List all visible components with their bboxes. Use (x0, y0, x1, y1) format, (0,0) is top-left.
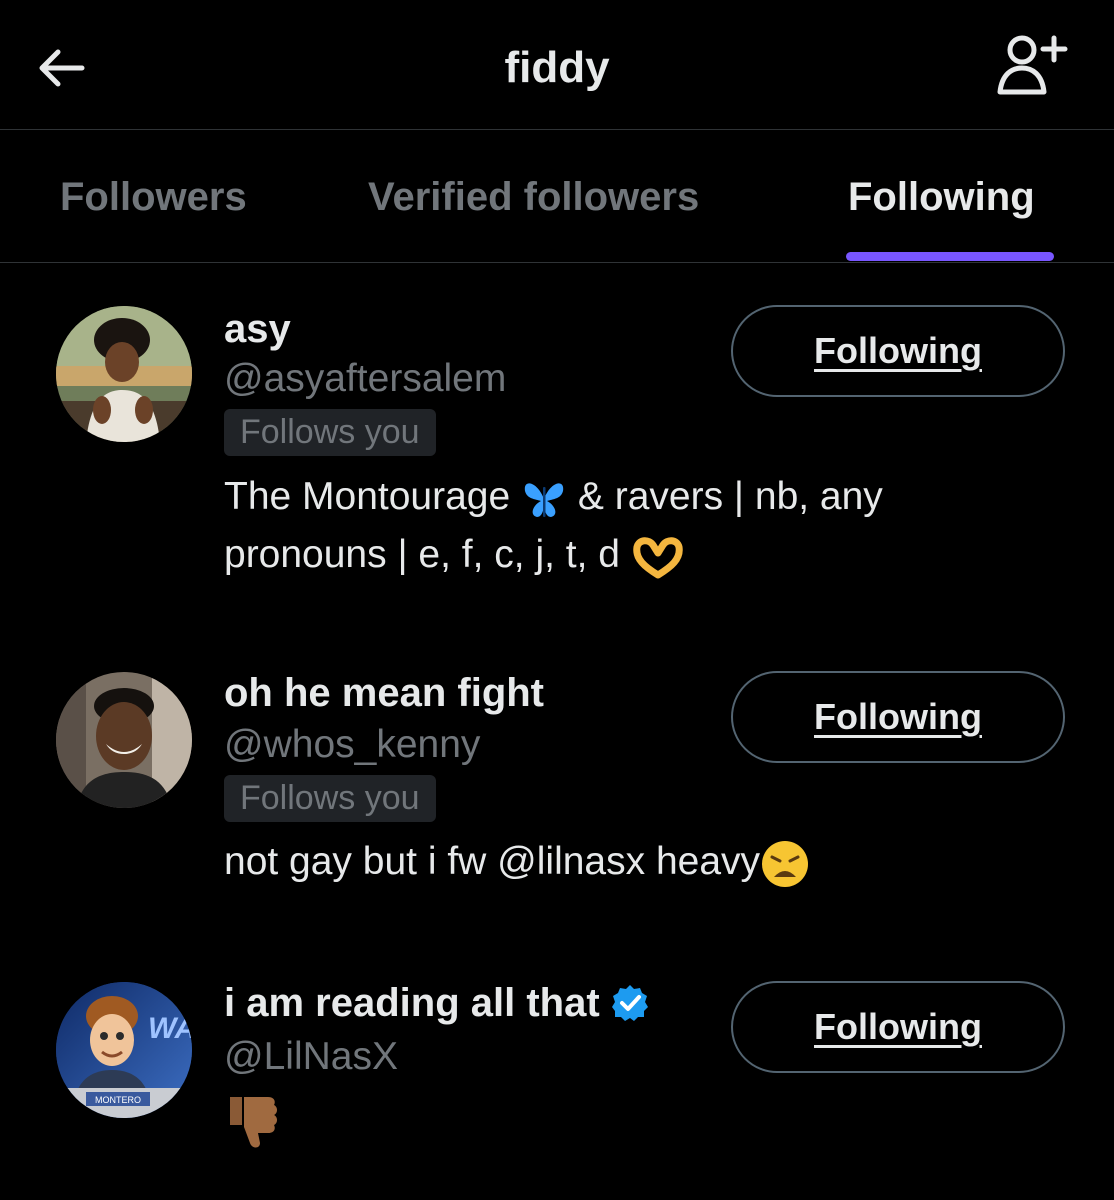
avatar[interactable]: WA MONTERO (56, 982, 192, 1118)
add-user-button[interactable] (990, 30, 1074, 100)
butterfly-emoji-icon (524, 483, 564, 517)
user-bio (224, 1089, 1024, 1149)
page-title: fiddy (504, 43, 610, 92)
follows-you-badge: Follows you (224, 775, 436, 822)
active-tab-indicator (846, 252, 1054, 261)
display-name: oh he mean fight (224, 671, 544, 715)
tab-followers[interactable]: Followers (60, 173, 247, 221)
user-handle: @LilNasX (224, 1035, 398, 1078)
bio-text: not gay but i fw @lilnasx heavy (224, 840, 761, 883)
avatar-caption: MONTERO (95, 1095, 141, 1105)
thumbs-down-emoji-icon (230, 1096, 277, 1148)
avatar-graphic-text: WA (148, 1012, 192, 1045)
user-list-item[interactable]: oh he mean fight @whos_kenny Follows you… (0, 643, 1114, 953)
tab-following[interactable]: Following (848, 173, 1035, 221)
avatar[interactable] (56, 672, 192, 808)
user-bio: The Montourage & ravers | nb, any pronou… (224, 468, 1024, 584)
display-name-text: i am reading all that (224, 981, 600, 1025)
bio-text: The Montourage (224, 475, 511, 518)
tab-bar: Followers Verified followers Following (0, 131, 1114, 263)
user-list-item[interactable]: WA MONTERO i am reading all that @LilNas… (0, 953, 1114, 1200)
user-handle: @whos_kenny (224, 723, 481, 766)
follows-you-badge: Follows you (224, 409, 436, 456)
bio-text: pronouns | e, f, c, j, t, d (224, 533, 620, 576)
following-button[interactable]: Following (731, 305, 1065, 397)
heart-hands-emoji-icon (633, 536, 683, 579)
user-handle: @asyaftersalem (224, 357, 507, 400)
display-name: i am reading all that (224, 979, 650, 1027)
following-button[interactable]: Following (731, 981, 1065, 1073)
user-list-item[interactable]: asy @asyaftersalem Follows you The Monto… (0, 263, 1114, 643)
weary-face-emoji-icon (762, 840, 809, 887)
user-bio: not gay but i fw @lilnasx heavy (224, 833, 1024, 891)
following-button[interactable]: Following (731, 671, 1065, 763)
top-bar: fiddy (0, 0, 1114, 130)
avatar[interactable] (56, 306, 192, 442)
person-plus-icon (997, 35, 1068, 95)
bio-text: & ravers | nb, any (577, 475, 883, 518)
verified-badge-icon (611, 985, 648, 1021)
display-name: asy (224, 307, 291, 351)
tab-verified-followers[interactable]: Verified followers (368, 173, 699, 221)
